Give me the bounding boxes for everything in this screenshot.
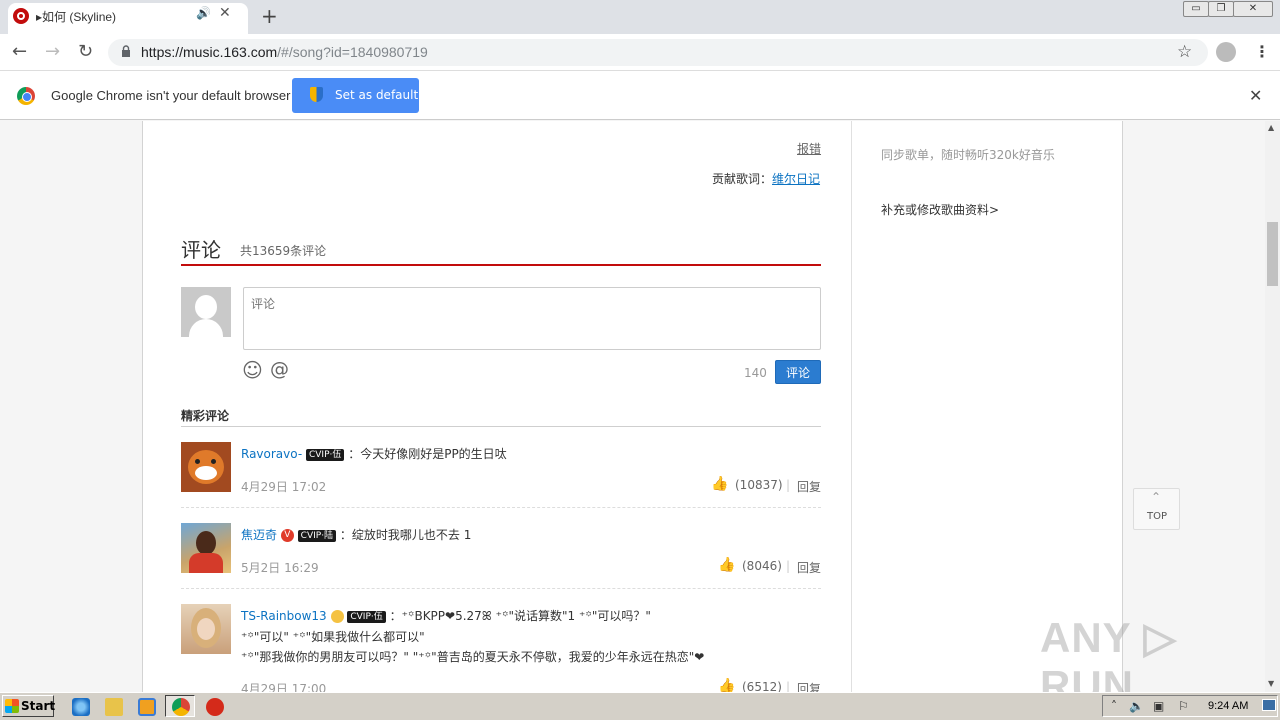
comment-time: 5月2日 16:29	[241, 561, 319, 575]
chrome-menu-icon[interactable]: ⋮	[1254, 42, 1270, 61]
opera-warning-icon[interactable]	[206, 698, 224, 716]
comment-avatar[interactable]	[181, 604, 231, 654]
internet-explorer-icon[interactable]	[72, 698, 90, 716]
chrome-taskbar-icon	[172, 698, 190, 716]
vip-badge: CVIP·伍	[305, 448, 345, 461]
comment-text-line3: ⁺꙳"那我做你的男朋友可以吗？" "⁺꙳"普吉岛的夏天永不停歇，我爱的少年永远在…	[241, 650, 705, 664]
scrollbar-thumb[interactable]	[1267, 222, 1278, 286]
tab-title: ▸如何 (Skyline)	[36, 10, 117, 24]
url-text[interactable]: https://music.163.com/#/song?id=18409807…	[141, 44, 428, 60]
vip-badge: CVIP·陆	[297, 529, 337, 542]
infobar-message: Google Chrome isn't your default browser	[51, 88, 291, 103]
current-user-avatar	[181, 287, 231, 337]
set-as-default-label: Set as default	[335, 88, 419, 102]
comment-text-line2: ⁺꙳"可以" ⁺꙳"如果我做什么都可以"	[241, 630, 425, 644]
tray-expand-icon[interactable]: ˄	[1111, 699, 1117, 713]
comments-heading-underline	[181, 264, 821, 266]
forward-button[interactable]: →	[45, 42, 60, 62]
sidebar-sync-text: 同步歌单，随时畅听320k好音乐	[881, 148, 1055, 162]
tab-close-icon[interactable]: ✕	[219, 5, 231, 21]
comment-divider	[181, 588, 821, 589]
comment-avatar[interactable]	[181, 523, 231, 573]
url-host: https://music.163.com	[141, 44, 278, 60]
comment-avatar[interactable]	[181, 442, 231, 492]
profile-avatar-icon[interactable]	[1216, 42, 1236, 62]
lock-icon[interactable]	[121, 45, 131, 57]
netease-music-favicon-icon	[13, 8, 29, 24]
comments-count: 共13659条评论	[240, 244, 327, 258]
comment-text: ：绽放时我哪儿也不去 1	[339, 528, 472, 542]
comment-text: ：今天好像刚好是PP的生日呔	[348, 447, 507, 461]
comment-divider	[181, 507, 821, 508]
reply-link[interactable]: 回复	[797, 559, 821, 576]
like-count: (10837)	[735, 478, 783, 492]
thumbs-up-icon[interactable]: 👍	[711, 476, 728, 492]
crown-badge-icon	[330, 610, 344, 623]
vip-badge: CVIP·伍	[347, 610, 386, 623]
up-arrow-icon: ⌃	[1151, 490, 1162, 504]
url-path: /#/song?id=1840980719	[277, 44, 428, 60]
scrollbar-track[interactable]	[1265, 121, 1280, 692]
comment-username-link[interactable]: Ravoravo-	[241, 447, 302, 461]
submit-comment-button[interactable]: 评论	[775, 360, 821, 384]
audio-playing-icon[interactable]: 🔊	[196, 6, 211, 20]
thumbs-up-icon[interactable]: 👍	[718, 557, 735, 573]
action-center-flag-icon[interactable]: ⚐	[1178, 699, 1189, 713]
show-desktop-icon[interactable]	[1262, 699, 1276, 711]
window-close-button[interactable]: ✕	[1233, 1, 1273, 17]
media-player-icon[interactable]	[138, 698, 156, 716]
back-to-top-label: TOP	[1147, 511, 1168, 522]
window-restore-button[interactable]: ❐	[1208, 1, 1234, 17]
file-explorer-icon[interactable]	[105, 698, 123, 716]
verified-v-icon: V	[280, 529, 294, 542]
window-minimize-button[interactable]: ▭	[1183, 1, 1209, 17]
comment-line: Ravoravo- CVIP·伍 ：今天好像刚好是PP的生日呔	[241, 445, 507, 462]
remaining-chars: 140	[744, 366, 767, 380]
contributor-label: 贡献歌词：	[712, 172, 773, 186]
back-button[interactable]: ←	[12, 42, 27, 62]
comment-line: 焦迈奇 V CVIP·陆 ：绽放时我哪儿也不去 1	[241, 526, 471, 543]
uac-shield-icon	[310, 87, 323, 102]
comment-input[interactable]	[243, 287, 821, 350]
comment-username-link[interactable]: 焦迈奇	[241, 528, 277, 542]
comments-heading: 评论	[181, 238, 221, 262]
like-count: (8046)	[742, 559, 782, 573]
sidebar-divider	[851, 121, 852, 692]
volume-icon[interactable]: 🔈	[1129, 699, 1144, 713]
comment-username-link[interactable]: TS-Rainbow13	[241, 609, 327, 623]
new-tab-button[interactable]: +	[261, 5, 278, 27]
hot-comments-divider	[181, 426, 821, 427]
comment-text: ：⁺꙳BKPP❤5.27ꕤ ⁺꙳"说话算数"1 ⁺꙳"可以吗？"	[389, 609, 651, 623]
network-icon[interactable]: ▣	[1153, 699, 1164, 713]
clock[interactable]: 9:24 AM	[1208, 700, 1248, 712]
hot-comments-heading: 精彩评论	[181, 409, 230, 423]
lyrics-contributor: 贡献歌词：维尔日记	[712, 170, 820, 187]
comment-line: TS-Rainbow13 CVIP·伍 ：⁺꙳BKPP❤5.27ꕤ ⁺꙳"说话算…	[241, 607, 651, 624]
emoji-icon[interactable]: ☺	[242, 358, 263, 382]
scroll-up-arrow-icon[interactable]: ▲	[1268, 123, 1274, 132]
reload-button[interactable]: ↻	[78, 42, 93, 62]
contributor-name-link[interactable]: 维尔日记	[772, 172, 820, 186]
infobar-close-icon[interactable]: ✕	[1249, 86, 1262, 105]
report-error-link[interactable]: 报错	[797, 140, 821, 157]
separator: |	[786, 559, 791, 573]
mention-at-icon[interactable]: @	[270, 358, 289, 380]
chrome-logo-icon	[17, 87, 35, 105]
start-label: Start	[21, 699, 56, 713]
edit-song-info-link[interactable]: 补充或修改歌曲资料>	[881, 201, 999, 218]
windows-logo-icon	[5, 699, 19, 713]
scroll-down-arrow-icon[interactable]: ▼	[1268, 679, 1274, 688]
bookmark-star-icon[interactable]: ☆	[1177, 42, 1192, 62]
separator: |	[786, 478, 791, 492]
reply-link[interactable]: 回复	[797, 478, 821, 495]
comment-time: 4月29日 17:02	[241, 480, 327, 494]
